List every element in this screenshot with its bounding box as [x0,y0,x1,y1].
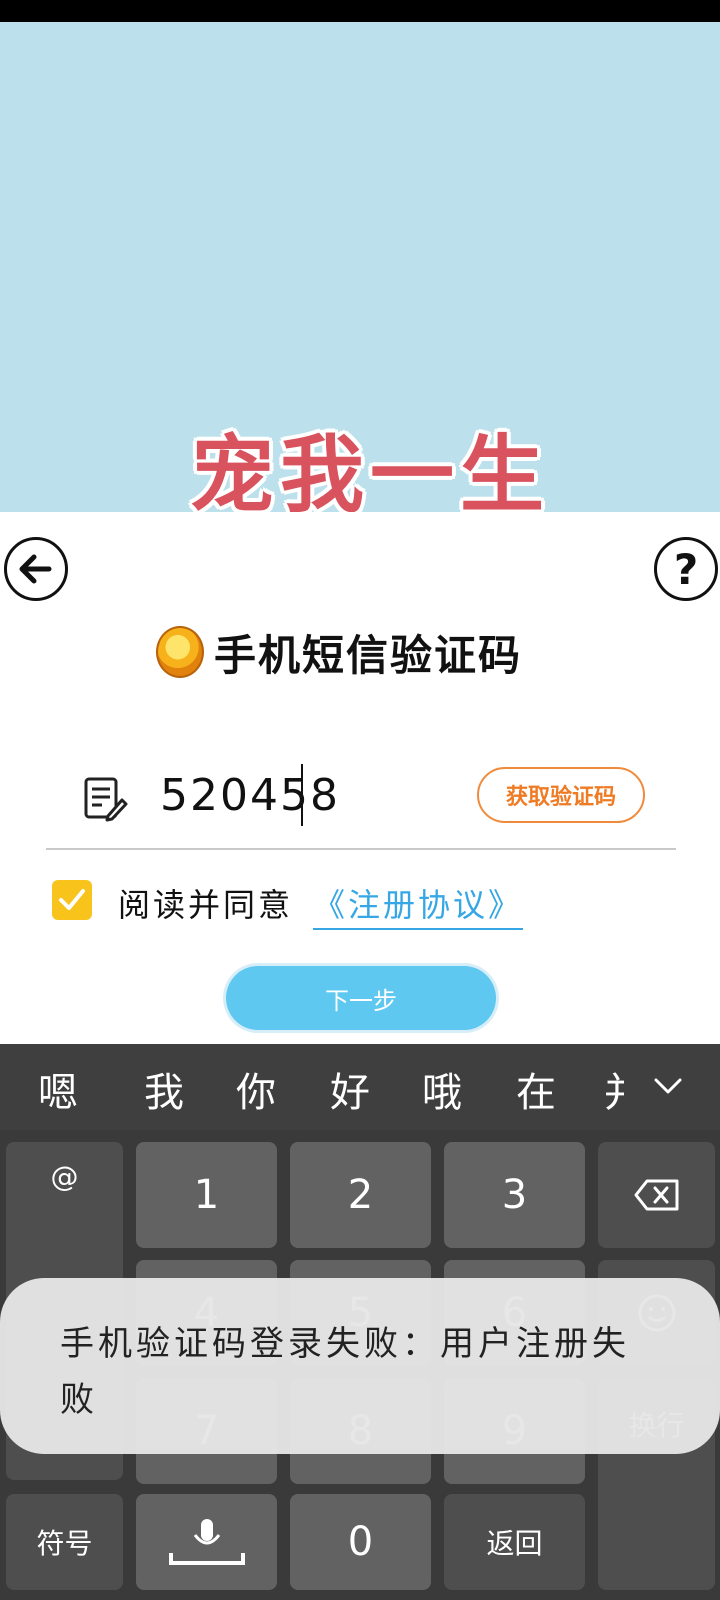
backspace-key[interactable] [598,1142,715,1248]
note-edit-icon [84,777,128,822]
candidate-item[interactable]: 嗯 [38,1060,78,1118]
key-3[interactable]: 3 [444,1142,585,1248]
arrow-left-icon [19,554,52,584]
status-bar [0,0,720,22]
symbols-key[interactable]: 符号 [6,1494,123,1590]
key-2[interactable]: 2 [290,1142,431,1248]
symbols-key-label: 符号 [36,1527,93,1560]
text-cursor [301,764,303,826]
key-0[interactable]: 0 [290,1494,431,1590]
return-key[interactable]: 返回 [444,1494,585,1590]
agreement-link[interactable]: 《注册协议》 [313,880,524,930]
microphone-icon [168,1519,245,1565]
question-icon: ? [673,544,699,594]
checkmark-icon [59,889,85,910]
at-key-label: @ [50,1160,79,1193]
help-button[interactable]: ? [654,537,718,601]
coin-icon [156,626,204,678]
backspace-icon [634,1179,678,1211]
logo-text: 宠我一生 [190,426,551,524]
candidate-item[interactable]: 并 [604,1060,624,1118]
candidate-item[interactable]: 在 [516,1060,556,1118]
title-row: 手机短信验证码 [156,622,522,682]
key-1[interactable]: 1 [136,1142,277,1248]
back-button[interactable] [4,537,68,601]
return-key-label: 返回 [486,1527,543,1560]
voice-input-key[interactable] [136,1494,277,1590]
page-title: 手机短信验证码 [214,630,523,680]
toast-message: 手机验证码登录失败：用户注册失败 [60,1324,630,1420]
agree-label: 阅读并同意 [118,886,294,924]
candidate-item[interactable]: 哦 [422,1060,462,1118]
agree-checkbox[interactable] [52,880,92,920]
candidate-item[interactable]: 我 [144,1060,184,1118]
chevron-down-icon[interactable] [648,1066,688,1106]
get-code-button[interactable]: 获取验证码 [477,767,645,823]
next-button[interactable]: 下一步 [226,966,496,1030]
app-logo: 宠我一生 [160,390,560,524]
verification-code-input[interactable]: 520458 [160,770,340,821]
candidate-item[interactable]: 你 [236,1060,276,1118]
input-divider [46,848,676,850]
candidate-item[interactable]: 好 [330,1060,370,1118]
